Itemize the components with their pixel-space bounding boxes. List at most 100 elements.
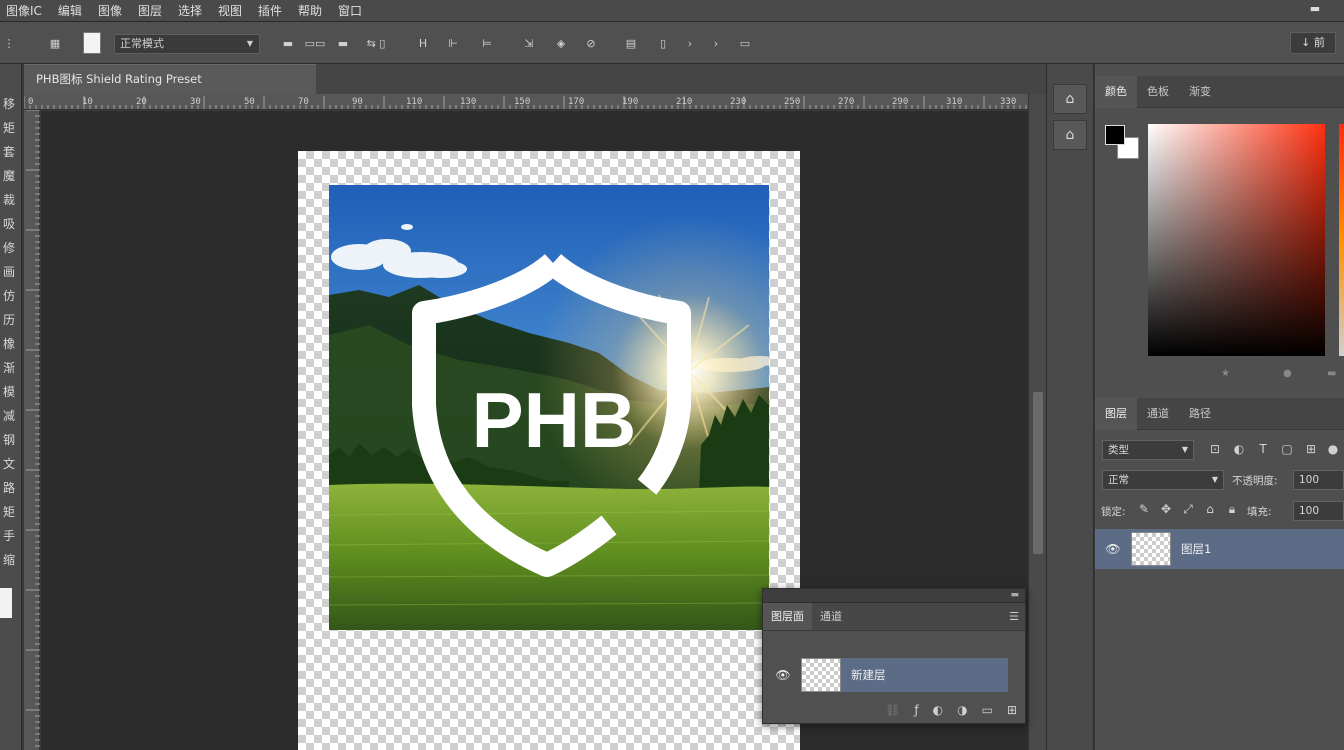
fill-input[interactable]: 100 (1293, 501, 1344, 521)
frame-icon[interactable]: ▭ (736, 34, 754, 52)
mode-select[interactable]: 正常模式 ▼ (114, 34, 260, 54)
properties-icon[interactable]: ⌂ (1053, 120, 1087, 150)
eye-icon[interactable]: 👁︎ (765, 668, 801, 682)
tab-paths[interactable]: 路径 (1179, 398, 1221, 430)
filter-pixel-icon[interactable]: ⊡ (1206, 442, 1224, 456)
align-center-icon[interactable]: ⊩ (444, 34, 462, 52)
arrange-icon[interactable]: ▤ (622, 34, 640, 52)
tool-button-19[interactable]: 缩 (0, 550, 18, 570)
tool-button-11[interactable]: 渐 (0, 358, 18, 378)
tool-button-9[interactable]: 历 (0, 310, 18, 330)
tab-gradients[interactable]: 渐变 (1179, 76, 1221, 108)
fx-icon[interactable]: ƒ (914, 703, 918, 717)
tab-layers-float[interactable]: 图层面 (763, 603, 812, 630)
filter-adjust-icon[interactable]: ◐ (1230, 442, 1248, 456)
warp-icon[interactable]: ⊘ (582, 34, 600, 52)
lock-icon[interactable]: 🔒︎ (1223, 502, 1241, 517)
subtract-selection-icon[interactable]: ▬ (332, 34, 354, 52)
tab-color[interactable]: 颜色 (1095, 76, 1137, 108)
tool-button-1[interactable]: 矩 (0, 118, 18, 138)
layer-name[interactable]: 图层1 (1171, 541, 1211, 557)
menu-edit[interactable]: 编辑 (52, 2, 92, 19)
lock-artboard-icon[interactable]: ⤢ (1179, 502, 1197, 517)
transform-icon[interactable]: ◈ (552, 34, 570, 52)
intersect-selection-icon[interactable]: ⇆ ▯ (356, 34, 396, 52)
eye-icon[interactable]: 👁︎ (1095, 542, 1131, 556)
menu-plugins[interactable]: 插件 (252, 2, 292, 19)
tab-layers[interactable]: 图层 (1095, 398, 1137, 430)
float-layer-row[interactable]: 👁︎ 新建层 (765, 655, 1008, 695)
tool-button-2[interactable]: 套 (0, 142, 18, 162)
tool-button-15[interactable]: 文 (0, 454, 18, 474)
align-left-icon[interactable]: H (414, 34, 432, 52)
tool-button-4[interactable]: 裁 (0, 190, 18, 210)
menu-image[interactable]: 图像 (92, 2, 132, 19)
tool-button-5[interactable]: 吸 (0, 214, 18, 234)
vertical-ruler[interactable] (24, 109, 40, 750)
distribute-icon[interactable]: ⇲ (520, 34, 538, 52)
add-selection-icon[interactable]: ▭▭ (302, 34, 328, 52)
history-icon[interactable]: ⌂ (1053, 84, 1087, 114)
color-swatch[interactable] (83, 32, 101, 54)
foreground-color-tool[interactable] (0, 588, 12, 618)
filter-shape-icon[interactable]: ▢ (1278, 442, 1296, 456)
menu-view[interactable]: 视图 (212, 2, 252, 19)
menu-help[interactable]: 帮助 (292, 2, 332, 19)
marquee-tool-icon[interactable]: ▦ (44, 34, 66, 52)
tool-button-10[interactable]: 橡 (0, 334, 18, 354)
tab-swatches[interactable]: 色板 (1137, 76, 1179, 108)
tab-channels-float[interactable]: 通道 (812, 603, 850, 630)
horizontal-ruler[interactable]: 0 10 20 30 50 70 90 110 130 150 170 190 210 230 250 270… (24, 94, 1028, 110)
tool-button-18[interactable]: 手 (0, 526, 18, 546)
mask-icon[interactable]: ◐ (933, 703, 943, 717)
filter-smart-icon[interactable]: ⊞ (1302, 442, 1320, 456)
lock-pixels-icon[interactable]: ✎ (1135, 502, 1153, 516)
tab-channels[interactable]: 通道 (1137, 398, 1179, 430)
align-right-icon[interactable]: ⊨ (478, 34, 496, 52)
tool-button-8[interactable]: 仿 (0, 286, 18, 306)
opacity-input[interactable]: 100 (1293, 470, 1344, 490)
blend-mode-select[interactable]: 正常 ▼ (1102, 470, 1224, 490)
minimize-icon[interactable]: ▬ (1306, 2, 1324, 18)
filter-type-icon[interactable]: T (1254, 442, 1272, 456)
panel-drag-bar[interactable]: ▬ (763, 589, 1025, 603)
tool-button-7[interactable]: 画 (0, 262, 18, 282)
menu-select[interactable]: 选择 (172, 2, 212, 19)
tool-button-13[interactable]: 减 (0, 406, 18, 426)
document-tab[interactable]: PHB图标 Shield Rating Preset (24, 64, 316, 94)
lock-position-icon[interactable]: ✥ (1157, 502, 1175, 516)
link-icon[interactable]: ⛓︎ (885, 703, 900, 717)
layer-filter-select[interactable]: 类型 ▼ (1102, 440, 1194, 460)
color-picker-field[interactable] (1148, 124, 1325, 356)
tool-button-6[interactable]: 修 (0, 238, 18, 258)
foreground-color[interactable] (1105, 125, 1125, 145)
new-layer-icon[interactable]: ⊞ (1007, 703, 1017, 717)
menu-window[interactable]: 窗口 (332, 2, 372, 19)
collapse-icon[interactable]: ▬ (1010, 589, 1019, 602)
layer-stack-icon[interactable]: ▯ (654, 34, 672, 52)
menu-layer[interactable]: 图层 (132, 2, 172, 19)
new-selection-icon[interactable]: ▬ (276, 34, 300, 52)
minus-icon[interactable]: ▬ (1327, 368, 1336, 379)
tool-button-17[interactable]: 矩 (0, 502, 18, 522)
chevron-right-icon[interactable]: › (682, 34, 698, 52)
vertical-scrollbar[interactable] (1028, 94, 1046, 750)
lock-all-icon[interactable]: ⌂ (1201, 502, 1219, 516)
menu-file[interactable]: 图像IC (0, 2, 52, 19)
tool-button-3[interactable]: 魔 (0, 166, 18, 186)
layer-row[interactable]: 👁︎ 图层1 (1095, 529, 1344, 569)
workspace-select[interactable]: ↓ 前 (1290, 32, 1336, 54)
panel-menu-icon[interactable]: ☰ (1009, 603, 1019, 631)
hue-slider[interactable] (1339, 124, 1344, 356)
scrollbar-thumb[interactable] (1033, 392, 1043, 554)
filter-toggle-icon[interactable]: ● (1324, 442, 1342, 456)
star-icon[interactable]: ★ (1221, 368, 1230, 379)
tool-button-0[interactable]: 移 (0, 94, 18, 114)
tool-button-16[interactable]: 路 (0, 478, 18, 498)
circle-icon[interactable]: ● (1283, 368, 1292, 379)
layer-name[interactable]: 新建层 (841, 658, 1008, 692)
tool-button-14[interactable]: 钢 (0, 430, 18, 450)
adjustment-icon[interactable]: ◑ (957, 703, 967, 717)
tool-button-12[interactable]: 模 (0, 382, 18, 402)
chevron-right-icon-2[interactable]: › (708, 34, 724, 52)
